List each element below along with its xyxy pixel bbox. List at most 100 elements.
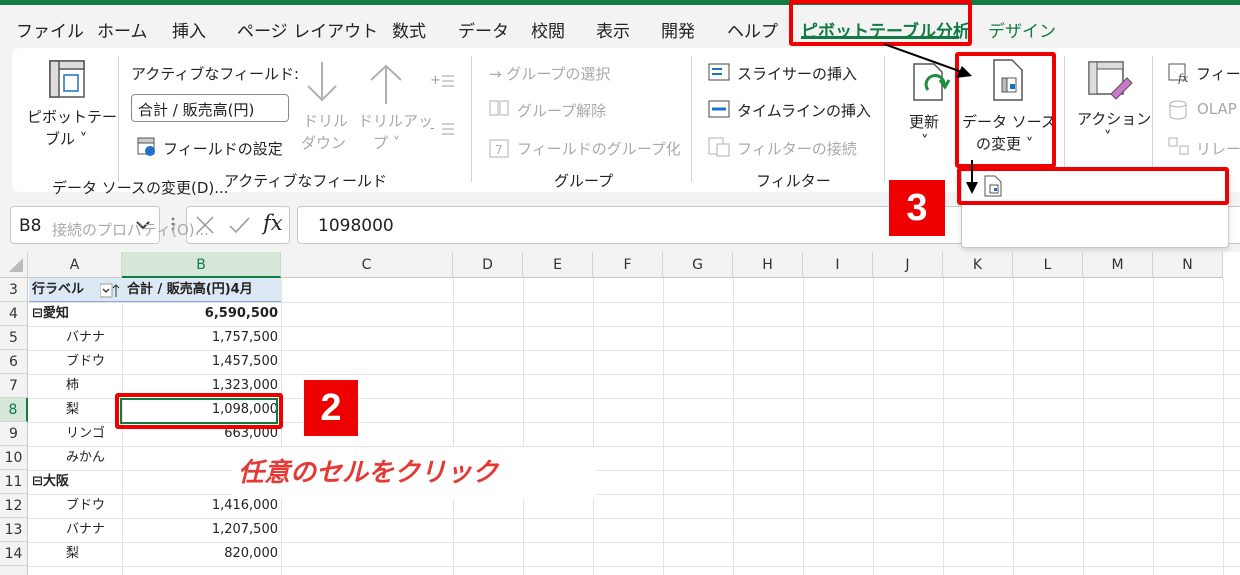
svg-text:fx: fx	[1177, 72, 1189, 84]
column-header-l[interactable]: L	[1013, 252, 1083, 278]
pivot-value-cell[interactable]: 1,757,500	[124, 326, 278, 350]
column-header-g[interactable]: G	[663, 252, 733, 278]
filter-connections-button[interactable]: フィルターの接続	[737, 138, 857, 159]
pivot-value-cell[interactable]: 6,590,500	[124, 302, 278, 326]
column-header-m[interactable]: M	[1083, 252, 1153, 278]
actions-label[interactable]: アクション	[1077, 108, 1151, 129]
pivot-item-label[interactable]: ブドウ	[66, 494, 105, 518]
drillup-icon[interactable]	[366, 60, 406, 106]
tab-file[interactable]: ファイル	[16, 17, 84, 42]
column-header-a[interactable]: A	[28, 252, 122, 278]
gridline	[453, 278, 454, 575]
column-header-i[interactable]: I	[803, 252, 873, 278]
column-header-n[interactable]: N	[1153, 252, 1223, 278]
refresh-icon[interactable]	[908, 60, 952, 106]
collapse-field-icon[interactable]: -	[430, 120, 456, 138]
pivottable-icon[interactable]	[46, 57, 90, 101]
active-field-input[interactable]: 合計 / 販売高(円)	[131, 94, 289, 122]
pivot-value-cell[interactable]: 1,207,500	[124, 518, 278, 542]
olap-icon	[1169, 100, 1187, 120]
field-list-button[interactable]: フィール	[1196, 63, 1240, 84]
column-header-c[interactable]: C	[281, 252, 453, 278]
pivot-item-label[interactable]: みかん	[66, 446, 105, 470]
group-field-icon: 7	[489, 139, 509, 158]
filter-sort-icon[interactable]	[100, 283, 120, 299]
gridline	[663, 278, 664, 575]
tab-help[interactable]: ヘルプ	[727, 17, 778, 42]
insert-function-icon[interactable]: fx	[263, 211, 283, 235]
pivot-value-cell[interactable]: 820,000	[124, 542, 278, 566]
drillup-label-2: プ ˅	[373, 134, 401, 152]
column-header-j[interactable]: J	[873, 252, 943, 278]
relationships-button[interactable]: リレーシ	[1196, 138, 1240, 159]
pivottable-button-label-1[interactable]: ピボットテー	[27, 106, 117, 127]
value-field-header[interactable]: 合計 / 販売高(円)4月	[127, 278, 281, 302]
refresh-label[interactable]: 更新	[909, 111, 939, 132]
row-header[interactable]: 9	[0, 422, 28, 446]
row-header[interactable]: 10	[0, 446, 28, 470]
pivot-item-label[interactable]: 梨	[66, 542, 79, 566]
tab-home[interactable]: ホーム	[97, 17, 148, 42]
column-header-d[interactable]: D	[453, 252, 523, 278]
row-header[interactable]: 12	[0, 494, 28, 518]
row-header[interactable]: 3	[0, 278, 28, 302]
refresh-dropdown[interactable]: ˅	[921, 132, 929, 150]
column-header-b[interactable]: B	[122, 252, 281, 278]
pivot-item-label[interactable]: バナナ	[66, 518, 105, 542]
row-header[interactable]: 14	[0, 542, 28, 566]
column-header-h[interactable]: H	[733, 252, 803, 278]
pivot-group-label[interactable]: ⊟大阪	[32, 470, 69, 494]
tab-formulas[interactable]: 数式	[392, 17, 426, 42]
pivot-value-cell[interactable]: 1,457,500	[124, 350, 278, 374]
expand-field-icon[interactable]: +	[430, 72, 456, 90]
tab-developer[interactable]: 開発	[661, 17, 695, 42]
ungroup-button[interactable]: グループ解除	[517, 100, 606, 121]
pivottable-button-label-2[interactable]: ブル ˅	[45, 128, 87, 149]
tab-review[interactable]: 校閲	[531, 17, 565, 42]
column-header-e[interactable]: E	[523, 252, 593, 278]
pivot-item-label[interactable]: リンゴ	[66, 422, 105, 446]
row-header[interactable]: 11	[0, 470, 28, 494]
tab-design[interactable]: デザイン	[988, 17, 1056, 42]
menu-change-data-source[interactable]: データ ソースの変更(D)...	[52, 177, 229, 198]
group-selection-button[interactable]: → グループの選択	[489, 63, 610, 84]
row-labels-header[interactable]: 行ラベル	[32, 278, 84, 302]
pivot-item-label[interactable]: 柿	[66, 374, 79, 398]
column-header-k[interactable]: K	[943, 252, 1013, 278]
insert-slicer-button[interactable]: スライサーの挿入	[737, 63, 857, 84]
pivot-item-label[interactable]: 梨	[66, 398, 79, 422]
row-header[interactable]	[0, 566, 28, 575]
insert-timeline-button[interactable]: タイムラインの挿入	[737, 100, 871, 121]
ribbon-separator	[884, 56, 885, 182]
group-label-active-field: アクティブなフィールド	[224, 172, 388, 190]
olap-tools-button[interactable]: OLAP	[1197, 100, 1237, 118]
drilldown-label-2: ダウン	[301, 134, 347, 152]
tab-view[interactable]: 表示	[596, 17, 630, 42]
actions-icon[interactable]	[1085, 58, 1133, 102]
field-settings-button[interactable]: フィールドの設定	[163, 138, 283, 159]
row-header[interactable]: 5	[0, 326, 28, 350]
svg-text:+: +	[430, 73, 441, 88]
column-header-f[interactable]: F	[593, 252, 663, 278]
row-header[interactable]: 8	[0, 398, 28, 422]
select-all-corner[interactable]	[0, 252, 28, 278]
menu-connection-properties[interactable]: 接続のプロパティ(O)...	[52, 219, 209, 240]
row-header[interactable]: 4	[0, 302, 28, 326]
drilldown-icon[interactable]	[304, 60, 340, 106]
svg-text:-: -	[430, 121, 435, 136]
actions-dropdown[interactable]: ˅	[1104, 128, 1112, 146]
row-header[interactable]: 13	[0, 518, 28, 542]
timeline-icon	[708, 100, 730, 118]
row-header[interactable]: 7	[0, 374, 28, 398]
pivot-group-label[interactable]: ⊟愛知	[32, 302, 69, 326]
pivot-item-label[interactable]: ブドウ	[66, 350, 105, 374]
gridline	[1083, 278, 1084, 575]
pivot-item-label[interactable]: バナナ	[66, 326, 105, 350]
group-field-button[interactable]: フィールドのグループ化	[517, 138, 681, 159]
tab-data[interactable]: データ	[458, 17, 509, 42]
tab-page-layout[interactable]: ページ レイアウト	[237, 17, 378, 42]
field-list-icon: fx	[1168, 63, 1189, 84]
row-header[interactable]: 6	[0, 350, 28, 374]
enter-icon[interactable]	[228, 214, 252, 236]
tab-insert[interactable]: 挿入	[172, 17, 206, 42]
